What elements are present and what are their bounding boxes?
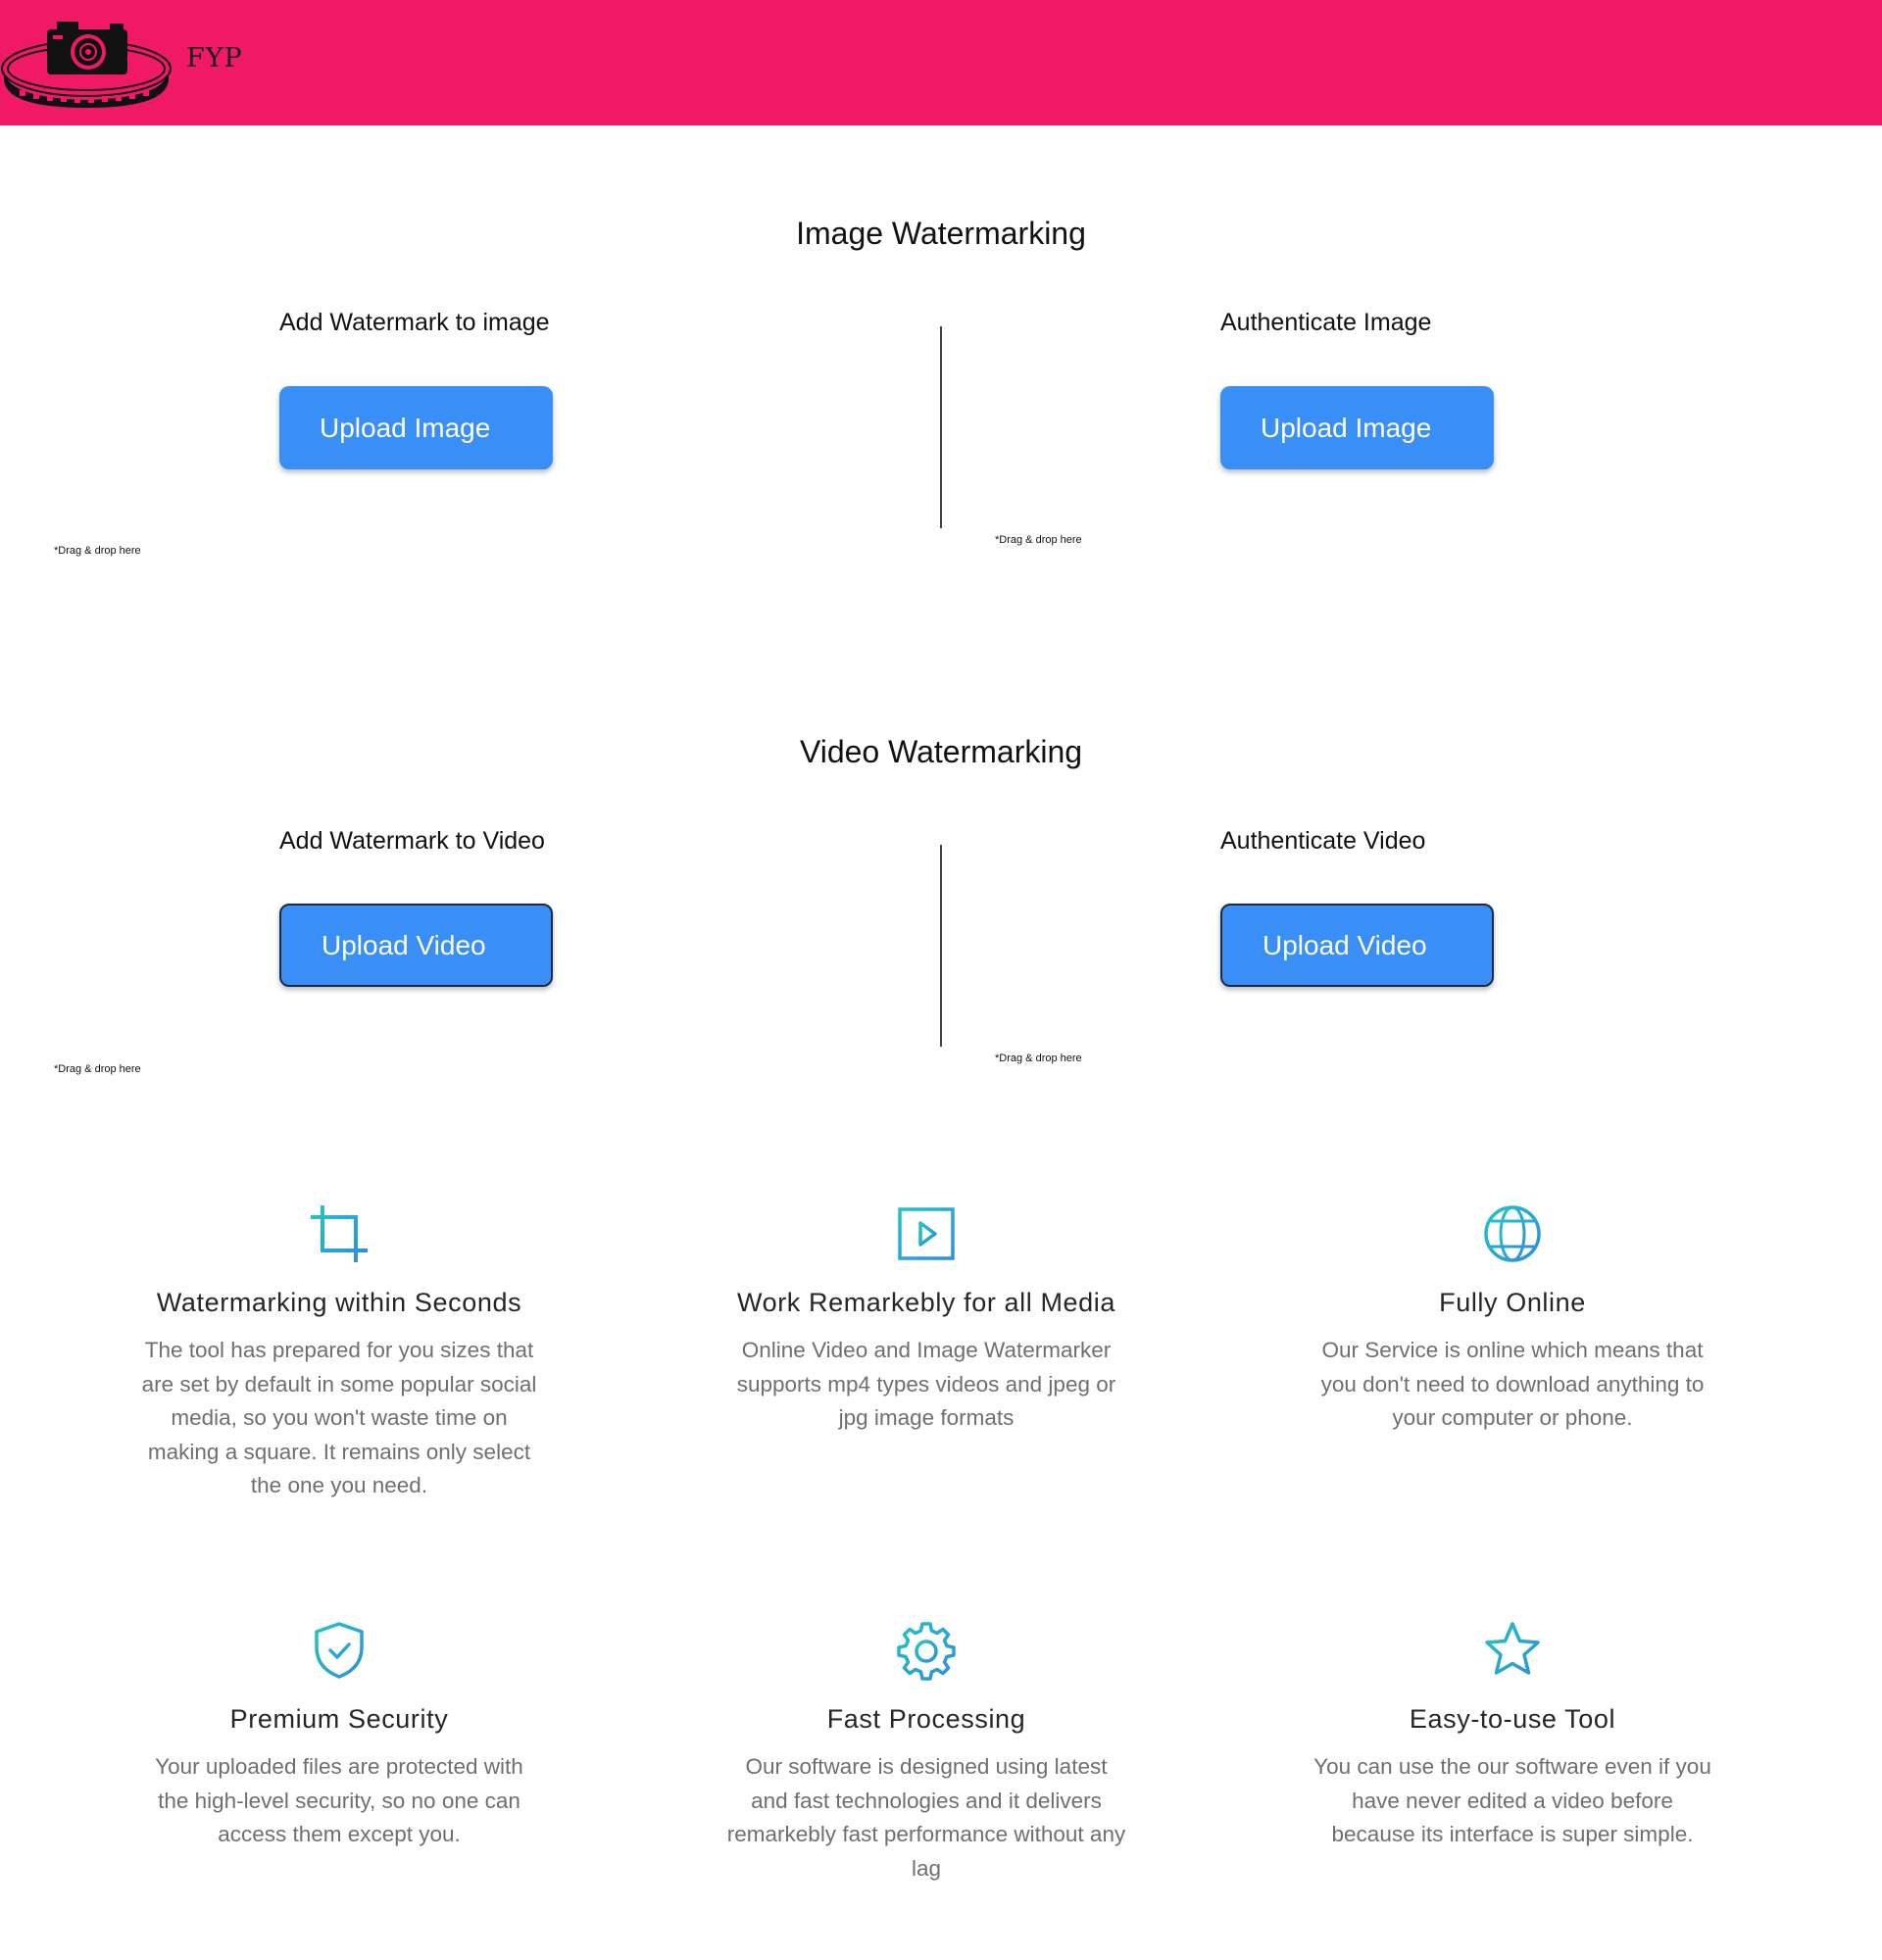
feature-title: Fully Online <box>1439 1288 1586 1317</box>
feature-description: You can use the our software even if you… <box>1313 1754 1711 1846</box>
upload-video-watermark-button[interactable]: Upload Video <box>279 904 553 987</box>
feature-title: Work Remarkebly for all Media <box>736 1288 1115 1317</box>
feature-description: Online Video and Image Watermarker suppo… <box>736 1338 1116 1430</box>
upload-image-watermark-button[interactable]: Upload Image <box>279 386 553 469</box>
page: FYP Image Watermarking Add Watermark to … <box>0 0 1882 1960</box>
shield-check-icon <box>315 1622 364 1679</box>
feature-description: Your uploaded files are protected with t… <box>155 1754 523 1846</box>
feature-title: Easy-to-use Tool <box>1409 1704 1616 1734</box>
gear-icon <box>897 1622 956 1681</box>
header-bar: FYP <box>0 0 1882 125</box>
add-watermark-video-title: Add Watermark to Video <box>279 827 545 855</box>
feature-premium-security: Premium Security Your uploaded files are… <box>124 1620 555 1852</box>
authenticate-video-title: Authenticate Video <box>1220 827 1426 855</box>
add-watermark-image-title: Add Watermark to image <box>279 309 550 336</box>
image-watermarking-title: Image Watermarking <box>796 216 1086 251</box>
video-section-divider <box>940 845 942 1047</box>
video-watermarking-title: Video Watermarking <box>799 734 1083 769</box>
feature-fully-online: Fully Online Our Service is online which… <box>1297 1203 1728 1436</box>
feature-easy-to-use: Easy-to-use Tool You can use the our sof… <box>1297 1620 1728 1852</box>
feature-description: The tool has prepared for you sizes that… <box>141 1338 537 1497</box>
feature-all-media: Work Remarkebly for all Media Online Vid… <box>711 1203 1142 1436</box>
drag-drop-hint-add-video[interactable]: *Drag & drop here <box>54 1063 141 1075</box>
globe-icon <box>1484 1205 1541 1262</box>
drag-drop-hint-add-image[interactable]: *Drag & drop here <box>54 545 141 557</box>
feature-fast-processing: Fast Processing Our software is designed… <box>711 1620 1142 1886</box>
camera-film-logo-icon[interactable] <box>0 18 176 108</box>
upload-image-authenticate-button[interactable]: Upload Image <box>1220 386 1494 469</box>
authenticate-image-title: Authenticate Image <box>1220 309 1432 336</box>
crop-icon <box>311 1205 368 1262</box>
feature-title: Watermarking within Seconds <box>156 1288 522 1317</box>
image-section-divider <box>940 326 942 528</box>
drag-drop-hint-authenticate-video[interactable]: *Drag & drop here <box>995 1053 1082 1064</box>
feature-description: Our Service is online which means that y… <box>1320 1338 1705 1430</box>
brand-name: FYP <box>186 43 243 74</box>
feature-description: Our software is designed using latest an… <box>726 1754 1126 1881</box>
drag-drop-hint-authenticate-image[interactable]: *Drag & drop here <box>995 534 1082 546</box>
video-play-icon <box>898 1207 955 1260</box>
feature-title: Fast Processing <box>826 1704 1026 1734</box>
star-icon <box>1485 1622 1540 1675</box>
feature-watermarking-seconds: Watermarking within Seconds The tool has… <box>124 1203 555 1503</box>
upload-video-authenticate-button[interactable]: Upload Video <box>1220 904 1494 987</box>
feature-title: Premium Security <box>229 1704 449 1734</box>
